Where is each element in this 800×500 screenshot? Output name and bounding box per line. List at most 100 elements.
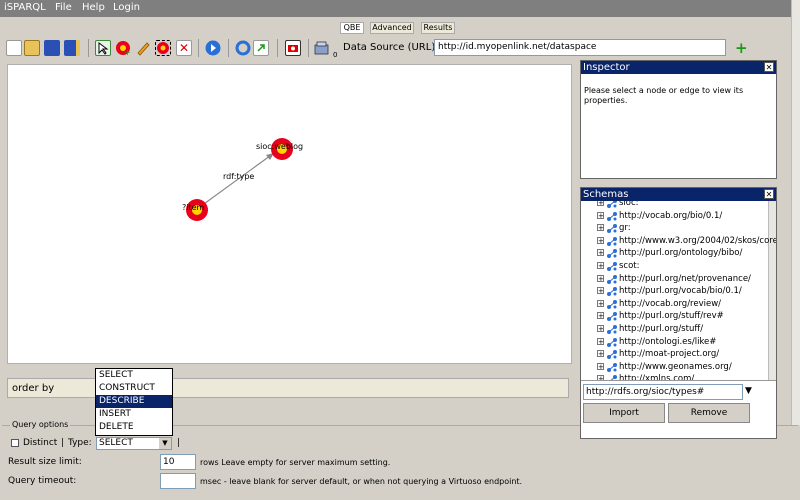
- schema-item[interactable]: + http://moat-project.org/: [581, 348, 776, 361]
- schema-node-icon: [607, 350, 617, 360]
- page-scrollbar[interactable]: [791, 0, 800, 425]
- schema-item[interactable]: + sioc:: [581, 201, 776, 210]
- orderby-bar[interactable]: order by: [7, 378, 569, 398]
- expand-icon[interactable]: +: [597, 211, 604, 219]
- schema-node-icon: [607, 312, 617, 322]
- dropdown-option-construct[interactable]: CONSTRUCT: [96, 382, 172, 395]
- close-icon[interactable]: ✕: [764, 62, 774, 72]
- schema-item[interactable]: + http://purl.org/stuff/rev#: [581, 310, 776, 323]
- schema-node-icon: [607, 261, 617, 271]
- chevron-down-icon[interactable]: ▼: [159, 438, 171, 449]
- limit-hint: rows Leave empty for server maximum sett…: [200, 458, 391, 467]
- dropdown-option-insert[interactable]: INSERT: [96, 408, 172, 421]
- new-icon[interactable]: [6, 40, 22, 56]
- type-select-value: SELECT: [99, 438, 133, 448]
- datasource-url-input[interactable]: http://id.myopenlink.net/dataspace: [434, 39, 726, 56]
- expand-icon[interactable]: +: [597, 249, 604, 257]
- schemas-title: Schemas: [583, 189, 629, 200]
- schema-item-label: http://xmlns.com/: [619, 374, 695, 381]
- tab-advanced[interactable]: Advanced: [370, 22, 414, 34]
- dropdown-option-select[interactable]: SELECT: [96, 369, 172, 382]
- select-node-icon[interactable]: [155, 40, 171, 56]
- datasource-icon[interactable]: [314, 40, 330, 56]
- expand-icon[interactable]: +: [597, 236, 604, 244]
- run-icon[interactable]: [205, 40, 221, 56]
- schema-item[interactable]: + http://purl.org/stuff/: [581, 323, 776, 336]
- svg-text:+: +: [124, 48, 131, 56]
- menu-file[interactable]: File: [55, 2, 72, 13]
- menu-help[interactable]: Help: [82, 2, 105, 13]
- schema-item-label: http://purl.org/ontology/bibo/: [619, 248, 743, 259]
- schema-item[interactable]: + http://vocab.org/bio/0.1/: [581, 210, 776, 223]
- schema-item-label: http://vocab.org/bio/0.1/: [619, 210, 723, 221]
- schema-item-label: http://purl.org/stuff/: [619, 323, 704, 334]
- expand-icon[interactable]: +: [597, 350, 604, 358]
- orderby-label: order by: [12, 383, 55, 394]
- expand-icon[interactable]: +: [597, 362, 604, 370]
- distinct-label: Distinct: [23, 438, 58, 448]
- export-icon[interactable]: [253, 40, 269, 56]
- menu-bar: iSPARQL File Help Login: [0, 0, 800, 17]
- schema-node-icon: [607, 224, 617, 234]
- select-icon[interactable]: [95, 40, 111, 56]
- expand-icon[interactable]: +: [597, 224, 604, 232]
- graph-edge-line[interactable]: [196, 152, 275, 210]
- tab-qbe[interactable]: QBE: [340, 22, 364, 34]
- dropdown-option-delete[interactable]: DELETE: [96, 421, 172, 434]
- expand-icon[interactable]: +: [597, 324, 604, 332]
- schema-item[interactable]: + http://purl.org/vocab/bio/0.1/: [581, 285, 776, 298]
- schema-tree[interactable]: + sioc: + http://vocab.org/bio/0.1/ + gr: + htt…: [581, 201, 776, 381]
- toolbar-separator: [228, 39, 229, 57]
- datasource-label: Data Source (URL): [343, 42, 436, 53]
- schema-item[interactable]: + http://www.geonames.org/: [581, 361, 776, 374]
- expand-icon[interactable]: +: [597, 375, 604, 380]
- schema-item-label: gr:: [619, 223, 631, 234]
- schema-item[interactable]: + http://purl.org/net/provenance/: [581, 273, 776, 286]
- save-as-icon[interactable]: [64, 40, 80, 56]
- expand-icon[interactable]: +: [597, 312, 604, 320]
- schema-node-icon: [607, 211, 617, 221]
- expand-icon[interactable]: +: [597, 299, 604, 307]
- dropdown-option-describe[interactable]: DESCRIBE: [96, 395, 172, 408]
- add-datasource-button[interactable]: +: [735, 39, 748, 57]
- schema-item[interactable]: + scot:: [581, 260, 776, 273]
- add-node-icon[interactable]: +: [115, 40, 131, 57]
- schema-item[interactable]: + http://xmlns.com/: [581, 373, 776, 381]
- schema-item[interactable]: + http://www.w3.org/2004/02/skos/core#: [581, 235, 776, 248]
- graph-svg: [186, 138, 293, 221]
- expand-icon[interactable]: +: [597, 337, 604, 345]
- expand-icon[interactable]: +: [597, 274, 604, 282]
- remove-button[interactable]: Remove: [668, 403, 750, 423]
- distinct-checkbox[interactable]: [11, 439, 19, 447]
- expand-icon[interactable]: +: [597, 201, 604, 207]
- graph-node-n2-label: ?item: [182, 203, 205, 212]
- close-icon[interactable]: ✕: [764, 189, 774, 199]
- schema-item[interactable]: + http://ontologi.es/like#: [581, 336, 776, 349]
- query-canvas[interactable]: sioc:weblog ?item rdf:type: [7, 64, 572, 364]
- delete-icon[interactable]: ✕: [176, 40, 192, 56]
- schema-item-label: scot:: [619, 260, 640, 271]
- menu-app-title[interactable]: iSPARQL: [4, 2, 46, 13]
- limit-input[interactable]: 10: [160, 454, 196, 470]
- schema-item[interactable]: + gr:: [581, 222, 776, 235]
- menu-login[interactable]: Login: [113, 2, 140, 13]
- schema-uri-input[interactable]: http://rdfs.org/sioc/types#: [583, 384, 743, 400]
- schema-item-label: http://www.w3.org/2004/02/skos/core#: [619, 235, 776, 246]
- schema-item[interactable]: + http://vocab.org/review/: [581, 298, 776, 311]
- timeout-input[interactable]: [160, 473, 196, 489]
- camera-icon[interactable]: [285, 40, 301, 56]
- type-select[interactable]: SELECT ▼: [96, 437, 172, 450]
- expand-icon[interactable]: +: [597, 287, 604, 295]
- tab-results[interactable]: Results: [421, 22, 455, 34]
- refresh-icon[interactable]: [235, 40, 251, 56]
- save-icon[interactable]: [44, 40, 60, 56]
- schema-item[interactable]: + http://purl.org/ontology/bibo/: [581, 247, 776, 260]
- schema-node-icon: [607, 299, 617, 309]
- import-button[interactable]: Import: [583, 403, 665, 423]
- open-icon[interactable]: [24, 40, 40, 56]
- chevron-down-icon[interactable]: ▼: [745, 386, 752, 396]
- timeout-hint: msec - leave blank for server default, o…: [200, 477, 523, 486]
- expand-icon[interactable]: +: [597, 261, 604, 269]
- separator-1: |: [61, 438, 65, 448]
- edit-icon[interactable]: [135, 40, 151, 56]
